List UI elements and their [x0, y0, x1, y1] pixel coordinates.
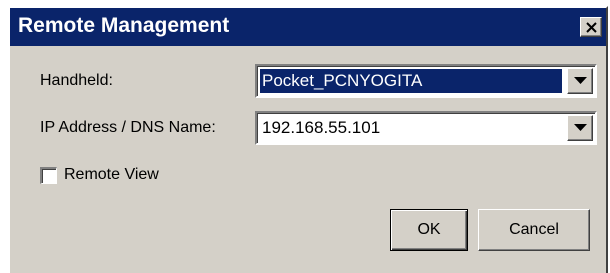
handheld-select[interactable]: Pocket_PCNYOGITA	[255, 64, 597, 98]
ip-address-label: IP Address / DNS Name:	[40, 119, 216, 136]
handheld-dropdown-button[interactable]	[567, 68, 593, 94]
cancel-button[interactable]: Cancel	[478, 209, 590, 251]
remote-view-label[interactable]: Remote View	[64, 166, 159, 184]
ip-address-combo[interactable]: 192.168.55.101	[255, 111, 597, 145]
remote-view-checkbox[interactable]	[40, 167, 57, 184]
ok-button[interactable]: OK	[390, 209, 468, 251]
dialog-title: Remote Management	[18, 14, 230, 37]
title-bar[interactable]: Remote Management	[10, 8, 606, 46]
close-button[interactable]	[580, 17, 602, 37]
handheld-label: Handheld:	[40, 72, 113, 89]
remote-management-dialog: Remote Management Handheld: Pocket_PCNYO…	[8, 6, 608, 273]
ip-address-value[interactable]: 192.168.55.101	[260, 116, 380, 140]
ip-address-dropdown-button[interactable]	[567, 115, 593, 141]
handheld-value: Pocket_PCNYOGITA	[260, 69, 562, 93]
